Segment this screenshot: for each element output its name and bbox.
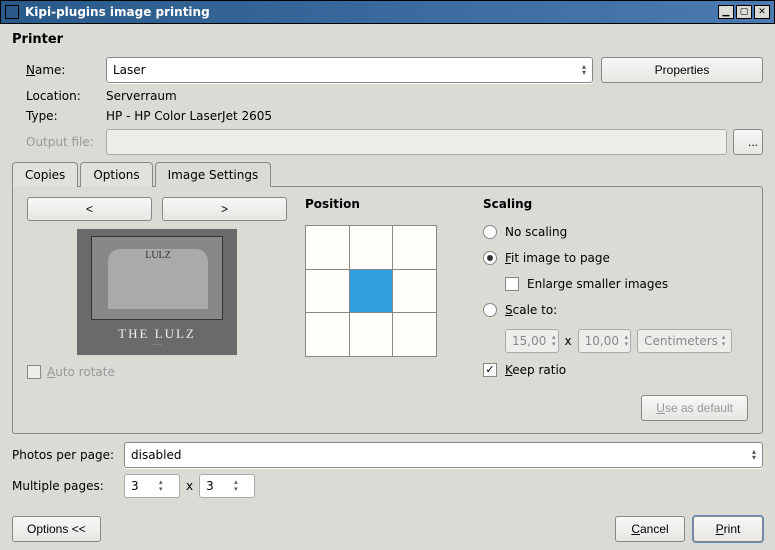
preview-next-button[interactable]: > bbox=[162, 197, 287, 221]
multiple-pages-label: Multiple pages: bbox=[12, 479, 118, 493]
image-thumbnail: LULZ THE LULZ ····· bbox=[77, 229, 237, 355]
thumbnail-inscription: LULZ bbox=[108, 249, 208, 261]
scaling-fit-label: Fit image to page bbox=[505, 251, 610, 265]
chevron-updown-icon: ▴▾ bbox=[722, 334, 726, 348]
auto-rotate-label: Auto rotate bbox=[47, 365, 115, 379]
cancel-button[interactable]: Cancel bbox=[615, 516, 685, 542]
scaling-header: Scaling bbox=[483, 197, 748, 211]
multiple-pages-rows-value: 3 bbox=[206, 479, 232, 493]
window-close-icon[interactable]: ✕ bbox=[754, 5, 770, 19]
thumbnail-caption: THE LULZ bbox=[118, 326, 196, 342]
scaling-no-scaling-label: No scaling bbox=[505, 225, 567, 239]
position-cell-6[interactable] bbox=[306, 313, 349, 356]
tab-options[interactable]: Options bbox=[80, 162, 152, 187]
printer-name-label: Name: bbox=[26, 63, 106, 77]
position-cell-4[interactable] bbox=[350, 270, 393, 313]
enlarge-smaller-checkbox[interactable] bbox=[505, 277, 519, 291]
position-cell-3[interactable] bbox=[306, 270, 349, 313]
enlarge-smaller-label: Enlarge smaller images bbox=[527, 277, 668, 291]
position-cell-1[interactable] bbox=[350, 226, 393, 269]
preview-prev-button[interactable]: < bbox=[27, 197, 152, 221]
position-cell-7[interactable] bbox=[350, 313, 393, 356]
spin-arrows-icon: ▴▾ bbox=[552, 334, 556, 348]
photos-per-page-label: Photos per page: bbox=[12, 448, 118, 462]
printer-properties-button[interactable]: Properties bbox=[601, 57, 763, 83]
tab-image-settings[interactable]: Image Settings bbox=[155, 162, 272, 187]
output-file-input bbox=[106, 129, 727, 155]
window-maximize-icon[interactable]: ▢ bbox=[736, 5, 752, 19]
multiple-pages-x: x bbox=[186, 479, 193, 493]
thumbnail-subcaption: ····· bbox=[152, 342, 162, 349]
printer-name-value: Laser bbox=[113, 63, 582, 77]
keep-ratio-checkbox[interactable] bbox=[483, 363, 497, 377]
scale-unit-value: Centimeters bbox=[644, 334, 718, 348]
chevron-updown-icon: ▴▾ bbox=[752, 449, 756, 461]
scaling-scale-to-label: Scale to: bbox=[505, 303, 557, 317]
titlebar: Kipi-plugins image printing ▁ ▢ ✕ bbox=[0, 0, 775, 24]
scale-width-value: 15,00 bbox=[512, 334, 550, 348]
printer-section-title: Printer bbox=[12, 32, 763, 47]
printer-location-value: Serverraum bbox=[106, 89, 177, 103]
print-button[interactable]: Print bbox=[693, 516, 763, 542]
window-minimize-icon[interactable]: ▁ bbox=[718, 5, 734, 19]
spin-arrows-icon: ▴▾ bbox=[625, 334, 629, 348]
photos-per-page-value: disabled bbox=[131, 448, 752, 462]
position-cell-5[interactable] bbox=[393, 270, 436, 313]
position-cell-2[interactable] bbox=[393, 226, 436, 269]
position-column: Position bbox=[305, 197, 465, 421]
position-header: Position bbox=[305, 197, 465, 211]
chevron-updown-icon: ▴▾ bbox=[582, 64, 586, 76]
printer-section: Printer Name: Laser ▴▾ Properties Locati… bbox=[12, 32, 763, 155]
output-file-label: Output file: bbox=[26, 135, 106, 149]
lower-rows: Photos per page: disabled ▴▾ Multiple pa… bbox=[12, 442, 763, 498]
window-app-icon bbox=[5, 5, 19, 19]
preview-column: < > LULZ THE LULZ ····· Auto rotate bbox=[27, 197, 287, 421]
output-file-browse-button[interactable]: ... bbox=[733, 129, 763, 155]
multiple-pages-cols-spin[interactable]: 3 ▴▾ bbox=[124, 474, 180, 498]
auto-rotate-checkbox bbox=[27, 365, 41, 379]
position-grid bbox=[305, 225, 437, 357]
multiple-pages-rows-spin[interactable]: 3 ▴▾ bbox=[199, 474, 255, 498]
scale-height-value: 10,00 bbox=[585, 334, 623, 348]
dialog-footer: Options << Cancel Print bbox=[0, 512, 775, 550]
use-as-default-button: Use as default bbox=[641, 395, 748, 421]
scale-height-spin: 10,00 ▴▾ bbox=[578, 329, 632, 353]
printer-name-combo[interactable]: Laser ▴▾ bbox=[106, 57, 593, 83]
tab-panel-image-settings: < > LULZ THE LULZ ····· Auto rotate bbox=[12, 186, 763, 434]
scaling-column: Scaling No scaling Fit image to page Enl… bbox=[483, 197, 748, 421]
scale-unit-combo: Centimeters ▴▾ bbox=[637, 329, 732, 353]
spin-arrows-icon: ▴▾ bbox=[159, 479, 163, 493]
position-cell-0[interactable] bbox=[306, 226, 349, 269]
window-title: Kipi-plugins image printing bbox=[25, 5, 718, 19]
scale-width-spin: 15,00 ▴▾ bbox=[505, 329, 559, 353]
spin-arrows-icon: ▴▾ bbox=[234, 479, 238, 493]
scaling-no-scaling-radio[interactable] bbox=[483, 225, 497, 239]
photos-per-page-combo[interactable]: disabled ▴▾ bbox=[124, 442, 763, 468]
scale-x-label: x bbox=[565, 334, 572, 348]
options-toggle-button[interactable]: Options << bbox=[12, 516, 101, 542]
tab-copies[interactable]: Copies bbox=[12, 162, 78, 187]
keep-ratio-label: Keep ratio bbox=[505, 363, 566, 377]
printer-type-label: Type: bbox=[26, 109, 106, 123]
tabs: Copies Options Image Settings < > LULZ T… bbox=[12, 161, 763, 434]
position-cell-8[interactable] bbox=[393, 313, 436, 356]
multiple-pages-cols-value: 3 bbox=[131, 479, 157, 493]
printer-type-value: HP - HP Color LaserJet 2605 bbox=[106, 109, 272, 123]
printer-location-label: Location: bbox=[26, 89, 106, 103]
scaling-fit-radio[interactable] bbox=[483, 251, 497, 265]
scaling-scale-to-radio[interactable] bbox=[483, 303, 497, 317]
